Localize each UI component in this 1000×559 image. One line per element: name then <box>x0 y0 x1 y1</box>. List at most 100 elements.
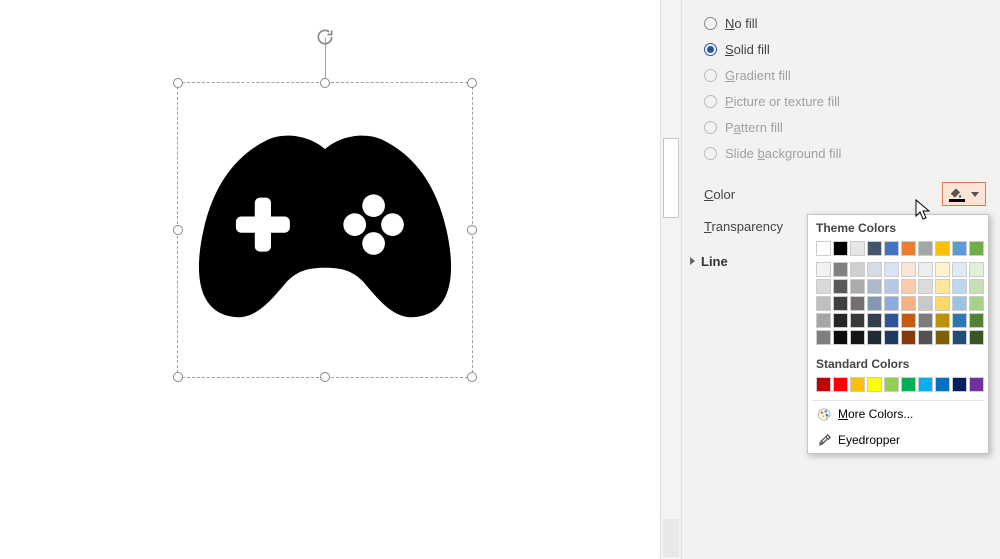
color-swatch[interactable] <box>816 262 831 277</box>
color-swatch[interactable] <box>901 262 916 277</box>
color-swatch[interactable] <box>952 241 967 256</box>
color-swatch[interactable] <box>952 330 967 345</box>
color-swatch[interactable] <box>969 296 984 311</box>
color-swatch[interactable] <box>952 262 967 277</box>
color-swatch[interactable] <box>816 279 831 294</box>
color-swatch[interactable] <box>850 296 865 311</box>
fill-option-pattern-fill[interactable]: Pattern fill <box>704 114 986 140</box>
color-swatch[interactable] <box>901 330 916 345</box>
color-swatch[interactable] <box>935 296 950 311</box>
color-swatch[interactable] <box>952 296 967 311</box>
color-swatch[interactable] <box>901 377 916 392</box>
color-swatch[interactable] <box>901 241 916 256</box>
color-swatch[interactable] <box>935 262 950 277</box>
color-swatch[interactable] <box>901 313 916 328</box>
color-swatch[interactable] <box>884 241 899 256</box>
slide-canvas[interactable] <box>0 0 660 559</box>
radio-icon <box>704 121 717 134</box>
fill-option-label: No fill <box>725 16 758 31</box>
color-swatch[interactable] <box>833 330 848 345</box>
scrollbar-thumb[interactable] <box>663 138 679 218</box>
color-swatch[interactable] <box>816 377 831 392</box>
color-swatch[interactable] <box>816 296 831 311</box>
color-swatch[interactable] <box>816 241 831 256</box>
fill-option-solid-fill[interactable]: Solid fill <box>704 36 986 62</box>
fill-color-button[interactable] <box>942 182 986 206</box>
chevron-right-icon <box>690 257 695 265</box>
standard-colors-header: Standard Colors <box>808 351 988 375</box>
color-swatch[interactable] <box>867 330 882 345</box>
color-swatch[interactable] <box>850 279 865 294</box>
radio-icon <box>704 147 717 160</box>
color-swatch[interactable] <box>833 241 848 256</box>
color-swatch[interactable] <box>833 296 848 311</box>
color-swatch[interactable] <box>935 241 950 256</box>
color-swatch[interactable] <box>867 262 882 277</box>
color-swatch[interactable] <box>884 279 899 294</box>
color-swatch[interactable] <box>952 279 967 294</box>
color-swatch[interactable] <box>884 296 899 311</box>
color-swatch[interactable] <box>969 330 984 345</box>
color-swatch[interactable] <box>850 330 865 345</box>
color-swatch[interactable] <box>952 377 967 392</box>
color-swatch[interactable] <box>816 313 831 328</box>
fill-option-label: Pattern fill <box>725 120 783 135</box>
color-swatch[interactable] <box>918 241 933 256</box>
color-swatch[interactable] <box>901 279 916 294</box>
mouse-cursor-icon <box>914 198 934 222</box>
color-swatch[interactable] <box>833 262 848 277</box>
color-swatch[interactable] <box>867 313 882 328</box>
color-swatch[interactable] <box>969 313 984 328</box>
color-swatch[interactable] <box>918 377 933 392</box>
line-section-label: Line <box>701 254 728 269</box>
scrollbar-track-bottom <box>663 519 679 557</box>
color-swatch[interactable] <box>935 377 950 392</box>
fill-option-label: Solid fill <box>725 42 770 57</box>
fill-option-no-fill[interactable]: No fill <box>704 10 986 36</box>
color-swatch[interactable] <box>918 279 933 294</box>
color-swatch[interactable] <box>884 313 899 328</box>
color-swatch[interactable] <box>918 296 933 311</box>
color-swatch[interactable] <box>867 241 882 256</box>
rotation-handle[interactable] <box>315 27 335 52</box>
selection-bounding-box[interactable] <box>177 82 473 378</box>
fill-option-picture-fill[interactable]: Picture or texture fill <box>704 88 986 114</box>
fill-option-gradient-fill[interactable]: Gradient fill <box>704 62 986 88</box>
color-swatch[interactable] <box>935 330 950 345</box>
color-swatch[interactable] <box>867 377 882 392</box>
color-swatch[interactable] <box>884 377 899 392</box>
color-swatch[interactable] <box>850 241 865 256</box>
color-swatch[interactable] <box>969 279 984 294</box>
color-swatch[interactable] <box>969 241 984 256</box>
color-swatch[interactable] <box>918 330 933 345</box>
color-swatch[interactable] <box>884 330 899 345</box>
fill-option-slide-bg-fill[interactable]: Slide background fill <box>704 140 986 166</box>
color-swatch[interactable] <box>901 296 916 311</box>
radio-icon <box>704 69 717 82</box>
color-swatch[interactable] <box>969 377 984 392</box>
color-swatch[interactable] <box>816 330 831 345</box>
color-swatch[interactable] <box>850 262 865 277</box>
color-swatch[interactable] <box>850 377 865 392</box>
more-colors-item[interactable]: More Colors... <box>808 401 988 427</box>
color-swatch[interactable] <box>833 377 848 392</box>
color-swatch[interactable] <box>833 313 848 328</box>
color-swatch[interactable] <box>918 313 933 328</box>
color-label: Color <box>704 187 735 202</box>
color-swatch[interactable] <box>969 262 984 277</box>
color-swatch[interactable] <box>935 313 950 328</box>
color-swatch[interactable] <box>867 279 882 294</box>
eyedropper-item[interactable]: Eyedropper <box>808 427 988 453</box>
color-swatch[interactable] <box>884 262 899 277</box>
color-swatch[interactable] <box>867 296 882 311</box>
standard-colors-row <box>808 375 988 400</box>
color-swatch[interactable] <box>952 313 967 328</box>
color-swatch[interactable] <box>850 313 865 328</box>
more-colors-label: More Colors... <box>838 407 913 421</box>
color-swatch[interactable] <box>935 279 950 294</box>
color-swatch[interactable] <box>918 262 933 277</box>
fill-option-label: Gradient fill <box>725 68 791 83</box>
vertical-scrollbar[interactable] <box>660 0 682 559</box>
color-swatch[interactable] <box>833 279 848 294</box>
game-controller-icon[interactable] <box>190 125 460 335</box>
